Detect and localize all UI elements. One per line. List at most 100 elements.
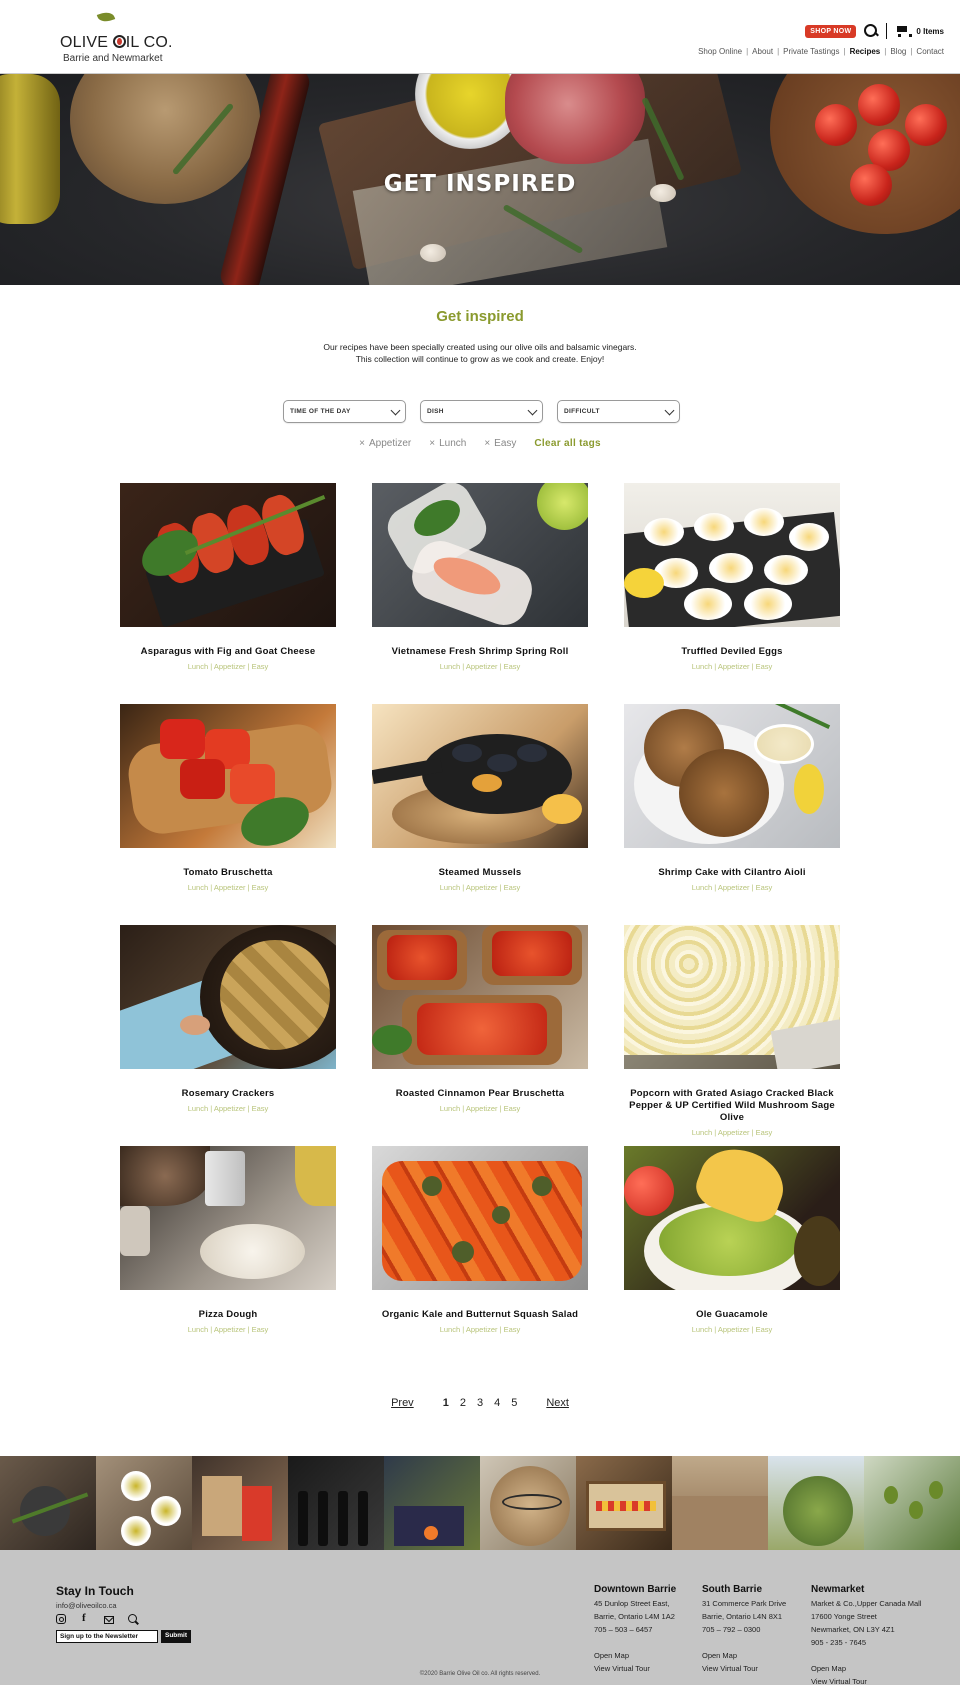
facebook-icon[interactable] [80, 1612, 90, 1624]
gallery-photo[interactable] [384, 1456, 480, 1550]
recipe-photo[interactable] [120, 704, 336, 848]
clear-all-tags-link[interactable]: Clear all tags [534, 438, 600, 449]
page-1[interactable]: 1 [443, 1397, 449, 1409]
instagram-icon[interactable] [56, 1614, 66, 1624]
nav-contact[interactable]: Contact [916, 47, 944, 56]
recipe-title[interactable]: Organic Kale and Butternut Squash Salad [372, 1309, 588, 1321]
recipe-card[interactable]: Organic Kale and Butternut Squash Salad … [372, 1146, 588, 1334]
recipe-title[interactable]: Tomato Bruschetta [120, 867, 336, 879]
close-icon[interactable]: × [359, 438, 365, 449]
olive-o-icon [112, 35, 126, 48]
recipe-title[interactable]: Asparagus with Fig and Goat Cheese [120, 646, 336, 658]
page-2[interactable]: 2 [460, 1397, 466, 1409]
recipe-tags: Lunch | Appetizer | Easy [187, 1325, 269, 1334]
nav-private-tastings[interactable]: Private Tastings [783, 47, 839, 56]
prev-page-link[interactable]: Prev [391, 1397, 414, 1409]
chevron-down-icon [664, 405, 675, 416]
dish-select[interactable]: DISH [420, 400, 543, 423]
recipe-card[interactable]: Steamed Mussels Lunch | Appetizer | Easy [372, 704, 588, 892]
recipe-title[interactable]: Roasted Cinnamon Pear Bruschetta [372, 1088, 588, 1100]
recipe-photo[interactable] [624, 704, 840, 848]
recipe-card[interactable]: Rosemary Crackers Lunch | Appetizer | Ea… [120, 925, 336, 1113]
cart-count[interactable]: 0 Items [916, 27, 944, 36]
pagination: Prev 1 2 3 4 5 Next [0, 1397, 960, 1409]
nav-blog[interactable]: Blog [890, 47, 906, 56]
gallery-photo[interactable] [672, 1456, 768, 1550]
recipe-card[interactable]: Shrimp Cake with Cilantro Aioli Lunch | … [624, 704, 840, 892]
recipe-title[interactable]: Rosemary Crackers [120, 1088, 336, 1100]
intro-text: Our recipes have been specially created … [323, 342, 637, 364]
gallery-photo[interactable] [192, 1456, 288, 1550]
recipe-photo[interactable] [372, 483, 588, 627]
recipe-card[interactable]: Asparagus with Fig and Goat Cheese Lunch… [120, 483, 336, 671]
recipe-photo[interactable] [372, 704, 588, 848]
recipe-photo[interactable] [624, 925, 840, 1069]
gallery-photo[interactable] [768, 1456, 864, 1550]
difficulty-select[interactable]: DIFFICULT [557, 400, 680, 423]
gallery-photo[interactable] [288, 1456, 384, 1550]
email-icon[interactable] [104, 1616, 114, 1624]
gallery-photo[interactable] [576, 1456, 672, 1550]
location-downtown-barrie: Downtown Barrie 45 Dunlop Street East, B… [594, 1583, 704, 1675]
recipe-photo[interactable] [624, 483, 840, 627]
recipe-card[interactable]: Vietnamese Fresh Shrimp Spring Roll Lunc… [372, 483, 588, 671]
next-page-link[interactable]: Next [546, 1397, 569, 1409]
recipe-title[interactable]: Shrimp Cake with Cilantro Aioli [624, 867, 840, 879]
hero-garlic [420, 244, 446, 262]
recipe-tags: Lunch | Appetizer | Easy [439, 1104, 521, 1113]
gallery-photo[interactable] [480, 1456, 576, 1550]
recipe-photo[interactable] [120, 483, 336, 627]
shop-now-button[interactable]: SHOP NOW [805, 24, 857, 38]
cart-icon[interactable] [895, 25, 913, 37]
tag-appetizer[interactable]: × Appetizer [359, 438, 411, 449]
recipe-card[interactable]: Roasted Cinnamon Pear Bruschetta Lunch |… [372, 925, 588, 1113]
recipe-photo[interactable] [624, 1146, 840, 1290]
close-icon[interactable]: × [429, 438, 435, 449]
gallery-photo[interactable] [864, 1456, 960, 1550]
recipe-title[interactable]: Pizza Dough [120, 1309, 336, 1321]
recipe-title[interactable]: Vietnamese Fresh Shrimp Spring Roll [372, 646, 588, 658]
recipe-card[interactable]: Truffled Deviled Eggs Lunch | Appetizer … [624, 483, 840, 671]
recipe-tags: Lunch | Appetizer | Easy [691, 1325, 773, 1334]
recipe-tags: Lunch | Appetizer | Easy [439, 1325, 521, 1334]
recipe-title[interactable]: Popcorn with Grated Asiago Cracked Black… [624, 1088, 840, 1124]
page-5[interactable]: 5 [511, 1397, 517, 1409]
footer-email[interactable]: info@oliveoilco.ca [56, 1601, 117, 1610]
recipe-photo[interactable] [120, 1146, 336, 1290]
recipe-card[interactable]: Ole Guacamole Lunch | Appetizer | Easy [624, 1146, 840, 1334]
site-header: OLIVE IL CO. Barrie and Newmarket SHOP N… [0, 0, 960, 74]
recipe-card[interactable]: Popcorn with Grated Asiago Cracked Black… [624, 925, 840, 1137]
recipe-tags: Lunch | Appetizer | Easy [187, 883, 269, 892]
nav-recipes[interactable]: Recipes [850, 47, 881, 56]
recipe-photo[interactable] [372, 1146, 588, 1290]
tag-lunch[interactable]: × Lunch [429, 438, 466, 449]
search-icon[interactable] [128, 1614, 138, 1624]
recipe-title[interactable]: Truffled Deviled Eggs [624, 646, 840, 658]
recipe-title[interactable]: Steamed Mussels [372, 867, 588, 879]
nav-shop-online[interactable]: Shop Online [698, 47, 742, 56]
time-of-day-select[interactable]: TIME OF THE DAY [283, 400, 406, 423]
active-tags: × Appetizer × Lunch × Easy Clear all tags [0, 438, 960, 449]
page-4[interactable]: 4 [494, 1397, 500, 1409]
open-map-link[interactable]: Open Map [702, 1649, 812, 1662]
gallery-photo[interactable] [96, 1456, 192, 1550]
close-icon[interactable]: × [484, 438, 490, 449]
tag-easy[interactable]: × Easy [484, 438, 516, 449]
recipe-photo[interactable] [372, 925, 588, 1069]
page-3[interactable]: 3 [477, 1397, 483, 1409]
hero-tomato [905, 104, 947, 146]
main-nav: Shop Online | About | Private Tastings | Re… [698, 47, 944, 56]
newsletter-submit-button[interactable]: Submit [161, 1630, 192, 1643]
newsletter-input[interactable]: Sign up to the Newsletter [56, 1630, 158, 1643]
recipe-photo[interactable] [120, 925, 336, 1069]
search-icon[interactable] [864, 24, 878, 38]
recipe-card[interactable]: Pizza Dough Lunch | Appetizer | Easy [120, 1146, 336, 1334]
recipe-card[interactable]: Tomato Bruschetta Lunch | Appetizer | Ea… [120, 704, 336, 892]
recipe-title[interactable]: Ole Guacamole [624, 1309, 840, 1321]
open-map-link[interactable]: Open Map [594, 1649, 704, 1662]
site-logo[interactable]: OLIVE IL CO. Barrie and Newmarket [60, 9, 172, 64]
nav-about[interactable]: About [752, 47, 773, 56]
gallery-photo[interactable] [0, 1456, 96, 1550]
hero-oil-jar [0, 74, 60, 224]
location-south-barrie: South Barrie 31 Commerce Park Drive Barr… [702, 1583, 812, 1675]
